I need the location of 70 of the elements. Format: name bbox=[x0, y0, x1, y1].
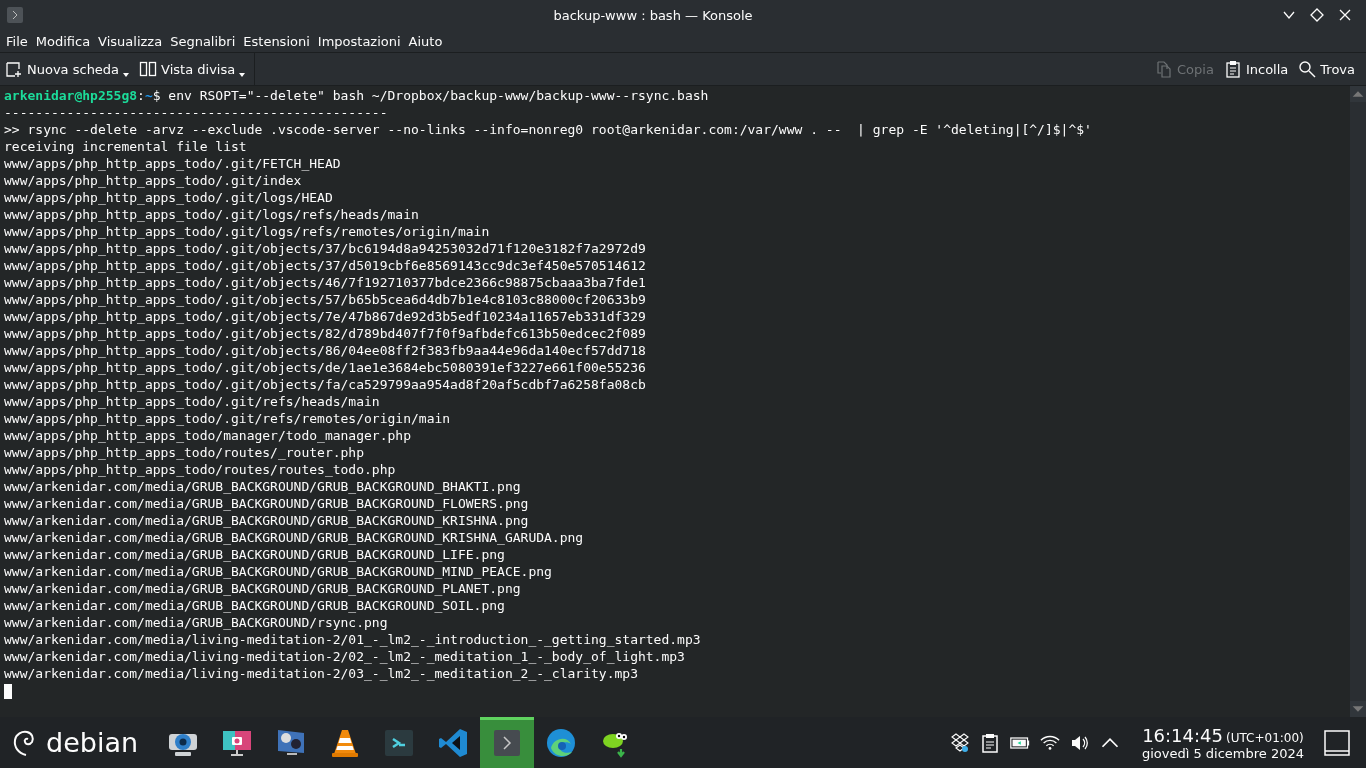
clock[interactable]: 16:14:45 (UTC+01:00) giovedì 5 dicembre 2024 bbox=[1119, 724, 1324, 761]
show-desktop-button[interactable] bbox=[1324, 729, 1350, 756]
output-line: www/apps/php_http_apps_todo/manager/todo_manager.php bbox=[4, 427, 412, 444]
terminal-icon bbox=[6, 6, 24, 24]
output-line: www/arkenidar.com/media/living-meditation-2/01_-_lm2_-_introduction_-_getting_started.mp3 bbox=[4, 631, 702, 648]
swirl-logo-icon bbox=[12, 728, 36, 757]
output-line: www/apps/php_http_apps_todo/.git/objects/37/bc6194d8a94253032d71f120e3182f7a2972d9 bbox=[4, 240, 647, 257]
output-line: www/apps/php_http_apps_todo/.git/index bbox=[4, 172, 303, 189]
output-line: www/apps/php_http_apps_todo/.git/logs/refs/heads/main bbox=[4, 206, 420, 223]
close-button[interactable] bbox=[1338, 8, 1352, 22]
output-line: receiving incremental file list bbox=[4, 138, 248, 155]
output-line: www/apps/php_http_apps_todo/.git/objects/86/04ee08ff2f383fb9aa44e96da140ecf57dd718 bbox=[4, 342, 647, 359]
menu-item[interactable]: Estensioni bbox=[239, 33, 314, 49]
copy-icon bbox=[1155, 60, 1174, 78]
toolbar-button[interactable]: Trova bbox=[1293, 57, 1360, 81]
code-editor-icon bbox=[437, 726, 470, 759]
window-title: backup-www : bash — Konsole bbox=[552, 7, 754, 23]
output-line: www/apps/php_http_apps_todo/routes/_router.php bbox=[4, 444, 366, 461]
menu-item[interactable]: Visualizza bbox=[94, 33, 167, 49]
output-line: www/apps/php_http_apps_todo/.git/objects/7e/47b867de92d3b5edf10234a11657eb331df329 bbox=[4, 308, 647, 325]
menu-item[interactable]: Aiuto bbox=[404, 33, 447, 49]
clipboard-icon bbox=[1223, 60, 1242, 78]
output-line: www/apps/php_http_apps_todo/.git/refs/heads/main bbox=[4, 393, 381, 410]
toolbar-button[interactable]: Incolla bbox=[1218, 57, 1294, 81]
output-line: www/apps/php_http_apps_todo/.git/objects/57/b65b5cea6d4db7b1e4c8103c88000cf20633b9 bbox=[4, 291, 647, 308]
menu-item[interactable]: Modifica bbox=[31, 33, 95, 49]
output-line: www/arkenidar.com/media/GRUB_BACKGROUND/GRUB_BACKGROUND_LIFE.png bbox=[4, 546, 506, 563]
text-cursor bbox=[4, 684, 12, 699]
output-line: www/apps/php_http_apps_todo/.git/objects/37/d5019cbf6e8569143cc9dc3ef450e570514612 bbox=[4, 257, 647, 274]
output-line: www/apps/php_http_apps_todo/routes/routes_todo.php bbox=[4, 461, 397, 478]
dropdown-caret-icon bbox=[239, 73, 246, 77]
new-tab-icon bbox=[5, 60, 23, 78]
toolbar-button[interactable]: Vista divisa bbox=[134, 57, 251, 81]
output-line: www/apps/php_http_apps_todo/.git/refs/remotes/origin/main bbox=[4, 410, 452, 427]
output-line: www/arkenidar.com/media/GRUB_BACKGROUND/GRUB_BACKGROUND_KRISHNA.png bbox=[4, 512, 530, 529]
menu-item[interactable]: Segnalibri bbox=[166, 33, 240, 49]
output-line: www/apps/php_http_apps_todo/.git/logs/refs/remotes/origin/main bbox=[4, 223, 491, 240]
clock-date: giovedì 5 dicembre 2024 bbox=[1141, 745, 1304, 761]
output-line: www/arkenidar.com/media/GRUB_BACKGROUND/GRUB_BACKGROUND_MIND_PEACE.png bbox=[4, 563, 553, 580]
scrollbar[interactable] bbox=[1350, 86, 1366, 717]
output-line: www/apps/php_http_apps_todo/.git/FETCH_HEAD bbox=[4, 155, 342, 172]
output-line: www/arkenidar.com/media/GRUB_BACKGROUND/GRUB_BACKGROUND_SOIL.png bbox=[4, 597, 506, 614]
maximize-button[interactable] bbox=[1310, 8, 1324, 22]
clock-time: 16:14:45 bbox=[1142, 724, 1223, 746]
output-line: www/arkenidar.com/media/living-meditation-2/03_-_lm2_-_meditation_2_-_clarity.mp3 bbox=[4, 665, 639, 682]
launcher-button[interactable]: debian bbox=[8, 717, 157, 768]
output-line: www/arkenidar.com/media/GRUB_BACKGROUND/GRUB_BACKGROUND_BHAKTI.png bbox=[4, 478, 522, 495]
output-line: www/arkenidar.com/media/GRUB_BACKGROUND/GRUB_BACKGROUND_PLANET.png bbox=[4, 580, 522, 597]
output-line: www/apps/php_http_apps_todo/.git/objects/fa/ca529799aa954ad8f20af5cdbf7a6258fa08cb bbox=[4, 376, 647, 393]
menu-item[interactable]: Impostazioni bbox=[313, 33, 405, 49]
output-line: www/arkenidar.com/media/GRUB_BACKGROUND/GRUB_BACKGROUND_KRISHNA_GARUDA.png bbox=[4, 529, 585, 546]
clipboard-icon[interactable] bbox=[979, 732, 1000, 753]
output-line: >> rsync --delete -arvz --exclude .vscode-server --no-links --info=nonreg0 root@arkenidar.com:/var/www . -- | grep -E '^deleting|[^/]$|^$' bbox=[4, 121, 1093, 138]
output-line: www/arkenidar.com/media/GRUB_BACKGROUND/GRUB_BACKGROUND_FLOWERS.png bbox=[4, 495, 530, 512]
split-view-icon bbox=[139, 60, 158, 78]
output-line: www/arkenidar.com/media/GRUB_BACKGROUND/rsync.png bbox=[4, 614, 389, 631]
output-line: ------------------------------------------------- bbox=[4, 104, 389, 121]
prompt-line: arkenidar@hp255g8:~$ env RSOPT="--delete" bash ~/Dropbox/backup-www/backup-www--rsync.bash bbox=[4, 87, 710, 104]
dropdown-caret-icon bbox=[123, 73, 130, 77]
clock-timezone: (UTC+01:00) bbox=[1225, 730, 1304, 745]
browser-icon bbox=[545, 726, 578, 759]
search-icon bbox=[1298, 60, 1317, 78]
toolbar-button[interactable]: Nuova scheda bbox=[0, 57, 135, 81]
boxes-icon[interactable] bbox=[949, 732, 970, 753]
output-line: www/apps/php_http_apps_todo/.git/objects/de/1ae1e3684ebc5080391ef3227e661f00e55236 bbox=[4, 359, 647, 376]
output-line: www/arkenidar.com/media/living-meditation-2/02_-_lm2_-_meditation_1_-_body_of_light.mp3 bbox=[4, 648, 686, 665]
menu-item[interactable]: File bbox=[2, 33, 32, 49]
output-line: www/apps/php_http_apps_todo/.git/objects/46/7f192710377bdce2366c98875cbaaa3ba7fde1 bbox=[4, 274, 647, 291]
output-line: www/apps/php_http_apps_todo/.git/logs/HEAD bbox=[4, 189, 334, 206]
output-line: www/apps/php_http_apps_todo/.git/objects/82/d789bd407f7f0f9afbdefc613b50edcec2f089 bbox=[4, 325, 647, 342]
